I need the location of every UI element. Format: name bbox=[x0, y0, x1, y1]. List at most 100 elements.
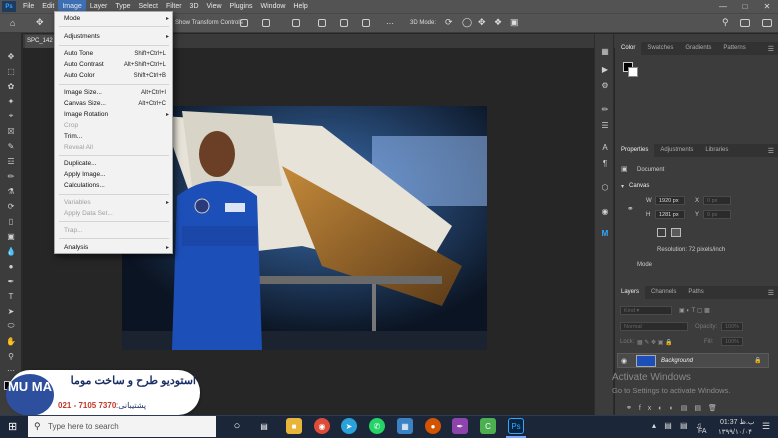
camtasia-icon[interactable]: C bbox=[480, 418, 496, 434]
orientation-landscape-icon[interactable] bbox=[671, 228, 681, 237]
align-right-icon[interactable] bbox=[292, 19, 300, 27]
file-explorer-icon[interactable]: ■ bbox=[286, 418, 302, 434]
menu-help[interactable]: Help bbox=[289, 0, 311, 13]
color-background-swatch[interactable] bbox=[628, 67, 638, 77]
eraser-tool-icon[interactable]: ▯ bbox=[5, 216, 17, 226]
menu-item-trim[interactable]: Trim... bbox=[55, 132, 172, 142]
panel-menu-icon[interactable]: ☰ bbox=[768, 45, 774, 53]
photoshop-taskbar-icon[interactable]: Ps bbox=[508, 418, 524, 434]
dodge-tool-icon[interactable]: ● bbox=[5, 261, 17, 271]
crop-tool-icon[interactable]: ⌖ bbox=[5, 111, 17, 121]
height-field[interactable]: 1281 px bbox=[655, 210, 685, 219]
adobe-stock-icon[interactable]: M bbox=[599, 228, 611, 239]
character-icon[interactable]: A bbox=[599, 142, 611, 153]
show-transform-controls-label[interactable]: Show Transform Controls bbox=[175, 20, 243, 26]
menu-window[interactable]: Window bbox=[257, 0, 290, 13]
eyedropper-tool-icon[interactable]: ✎ bbox=[5, 141, 17, 151]
adjust-sliders-icon[interactable]: ☰ bbox=[599, 120, 611, 131]
tab-adjustments[interactable]: Adjustments bbox=[654, 144, 699, 157]
maximize-icon[interactable]: □ bbox=[734, 2, 756, 11]
app-icon-orange[interactable]: ● bbox=[425, 418, 441, 434]
tab-patterns[interactable]: Patterns bbox=[717, 42, 751, 55]
width-field[interactable]: 1920 px bbox=[655, 196, 685, 205]
menu-item-calculations[interactable]: Calculations... bbox=[55, 181, 172, 191]
3d-roll-icon[interactable]: ◯ bbox=[462, 17, 472, 28]
chrome-icon[interactable]: ◉ bbox=[314, 418, 330, 434]
3d-pan-icon[interactable]: ✥ bbox=[478, 17, 486, 28]
orientation-portrait-icon[interactable] bbox=[657, 228, 666, 237]
layer-name[interactable]: Background bbox=[661, 358, 693, 364]
canvas-chevron-icon[interactable]: ▾ bbox=[621, 183, 624, 190]
healing-brush-tool-icon[interactable]: ☲ bbox=[5, 156, 17, 166]
menu-item-analysis[interactable]: Analysis ▸ bbox=[55, 243, 172, 253]
type-tool-icon[interactable]: T bbox=[5, 291, 17, 301]
plugins-icon[interactable]: ⚙ bbox=[599, 80, 611, 91]
notification-icon[interactable]: ☰ bbox=[762, 421, 770, 432]
tab-libraries[interactable]: Libraries bbox=[699, 144, 734, 157]
gradient-tool-icon[interactable]: ▣ bbox=[5, 231, 17, 241]
history-brush-tool-icon[interactable]: ⟳ bbox=[5, 201, 17, 211]
menu-item-image-rotation[interactable]: Image Rotation ▸ bbox=[55, 110, 172, 120]
photoshop-app-icon[interactable]: Ps bbox=[2, 1, 16, 12]
align-top-icon[interactable] bbox=[318, 19, 326, 27]
link-dimensions-icon[interactable]: ⚭ bbox=[627, 204, 634, 213]
lock-options-icons[interactable]: ▦ ✎ ✥ ▣ 🔒 bbox=[637, 339, 673, 346]
layer-filter-icons[interactable]: ▣ ◐ T ▢ ▩ bbox=[679, 307, 710, 314]
tab-layers[interactable]: Layers bbox=[615, 286, 646, 299]
minimize-icon[interactable]: — bbox=[712, 2, 734, 11]
layer-filter-kind[interactable]: Kind ▾ bbox=[620, 306, 672, 315]
layer-visibility-eye-icon[interactable]: ◉ bbox=[621, 357, 627, 365]
x-field[interactable]: 0 px bbox=[703, 196, 731, 205]
workspace-icon[interactable] bbox=[740, 19, 750, 27]
quick-select-tool-icon[interactable]: ✦ bbox=[5, 96, 17, 106]
panel-menu-icon[interactable]: ☰ bbox=[768, 289, 774, 297]
align-left-icon[interactable] bbox=[240, 19, 248, 27]
pen-tool-icon[interactable]: ✒ bbox=[5, 276, 17, 286]
close-icon[interactable]: ✕ bbox=[756, 2, 778, 11]
brush-settings-icon[interactable]: ✏ bbox=[599, 104, 611, 115]
whatsapp-icon[interactable]: ✆ bbox=[369, 418, 385, 434]
menu-3d[interactable]: 3D bbox=[186, 0, 203, 13]
brush-tool-icon[interactable]: ✏ bbox=[5, 171, 17, 181]
tab-swatches[interactable]: Swatches bbox=[641, 42, 679, 55]
home-icon[interactable]: ⌂ bbox=[10, 18, 15, 28]
clock-date[interactable]: ۱۳۹۹/۱۰/۰۴ bbox=[718, 428, 752, 436]
menu-item-apply-image[interactable]: Apply Image... bbox=[55, 170, 172, 180]
more-options-icon[interactable]: ⋯ bbox=[386, 19, 394, 28]
paragraph-icon[interactable]: ¶ bbox=[599, 158, 611, 169]
clock-time[interactable]: ب.ظ 01:37 bbox=[720, 418, 754, 426]
y-field[interactable]: 0 px bbox=[703, 210, 731, 219]
frame-tool-icon[interactable]: ☒ bbox=[5, 126, 17, 136]
menu-item-adjustments[interactable]: Adjustments ▸ bbox=[55, 32, 172, 42]
fill-field[interactable]: 100% bbox=[721, 337, 743, 346]
3d-scale-icon[interactable]: ▣ bbox=[510, 17, 519, 28]
menu-file[interactable]: File bbox=[19, 0, 38, 13]
edit-toolbar-icon[interactable]: ⋯ bbox=[5, 365, 17, 375]
share-icon[interactable] bbox=[762, 19, 772, 27]
tab-properties[interactable]: Properties bbox=[615, 144, 655, 157]
taskbar-search-box[interactable]: ⚲ Type here to search bbox=[28, 416, 216, 437]
move-tool-icon[interactable]: ✥ bbox=[5, 51, 17, 61]
tray-icons[interactable]: ▴ ▤ ▤ ♫ bbox=[652, 421, 705, 430]
marquee-tool-icon[interactable]: ⬚ bbox=[5, 66, 17, 76]
menu-view[interactable]: View bbox=[203, 0, 226, 13]
menu-item-mode[interactable]: Mode ▸ bbox=[55, 14, 172, 24]
tab-color[interactable]: Color bbox=[615, 42, 642, 55]
3d-slide-icon[interactable]: ❖ bbox=[494, 17, 502, 28]
tab-paths[interactable]: Paths bbox=[682, 286, 709, 299]
clone-stamp-tool-icon[interactable]: ⚗ bbox=[5, 186, 17, 196]
menu-item-auto-tone[interactable]: Auto Tone Shift+Ctrl+L bbox=[55, 49, 172, 59]
zoom-tool-icon[interactable]: ⚲ bbox=[5, 351, 17, 361]
document-canvas-image[interactable] bbox=[122, 106, 487, 350]
windows-start-icon[interactable]: ⊞ bbox=[8, 420, 17, 433]
tab-channels[interactable]: Channels bbox=[645, 286, 682, 299]
hand-tool-icon[interactable]: ✋ bbox=[5, 336, 17, 346]
move-tool-icon[interactable]: ✥ bbox=[36, 17, 44, 28]
menu-item-image-size[interactable]: Image Size... Alt+Ctrl+I bbox=[55, 88, 172, 98]
menu-item-duplicate[interactable]: Duplicate... bbox=[55, 159, 172, 169]
shape-tool-icon[interactable]: ⬭ bbox=[5, 321, 17, 331]
panel-menu-icon[interactable]: ☰ bbox=[768, 147, 774, 155]
menu-item-canvas-size[interactable]: Canvas Size... Alt+Ctrl+C bbox=[55, 99, 172, 109]
app-icon-blue[interactable]: ▦ bbox=[397, 418, 413, 434]
history-icon[interactable]: ▦ bbox=[599, 46, 611, 57]
